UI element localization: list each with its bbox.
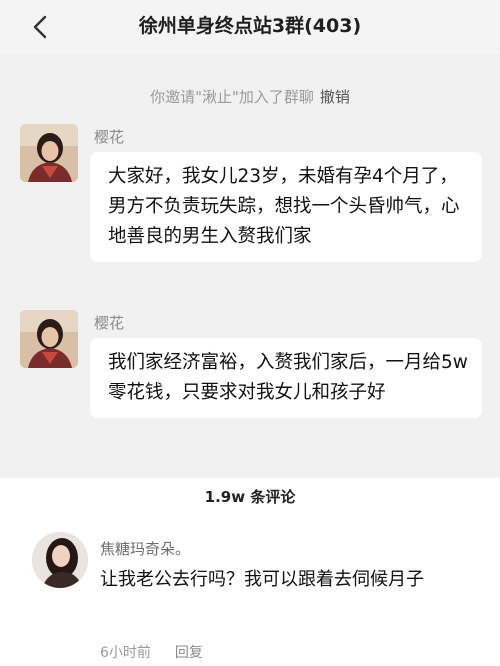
commenter-name: 焦糖玛奇朵。 — [100, 540, 191, 558]
system-notice: 你邀请"湫止"加入了群聊 撤销 — [0, 86, 500, 108]
avatar-image — [20, 124, 78, 182]
avatar-image — [32, 532, 88, 588]
comment-time: 6小时前 — [100, 645, 151, 661]
chat-title: 徐州单身终点站3群(403) — [138, 15, 362, 37]
sender-name: 樱花 — [94, 128, 125, 146]
comment-count: 1.9w 条评论 — [204, 488, 296, 506]
chat-screenshot: 徐州单身终点站3群(403) 你邀请"湫止"加入了群聊 撤销 樱花 大家好，我女儿… — [0, 0, 500, 478]
message-bubble: 我们家经济富裕，入赘我们家后，一月给5w零花钱，只要求对我女儿和孩子好 — [90, 338, 482, 418]
avatar[interactable] — [20, 310, 78, 368]
avatar[interactable] — [20, 124, 78, 182]
system-notice-text: 你邀请"湫止"加入了群聊 — [150, 88, 314, 106]
chat-header: 徐州单身终点站3群(403) — [0, 0, 500, 54]
avatar-image — [20, 310, 78, 368]
commenter-avatar[interactable] — [32, 532, 88, 588]
comment-meta: 6小时前 回复 — [100, 642, 203, 662]
message-bubble: 大家好，我女儿23岁，未婚有孕4个月了，男方不负责玩失踪，想找一个头昏帅气，心地… — [90, 152, 482, 262]
reply-button[interactable]: 回复 — [175, 645, 203, 661]
comment-text: 让我老公去行吗？我可以跟着去伺候月子 — [100, 569, 424, 590]
sender-name: 樱花 — [94, 314, 125, 332]
undo-button[interactable]: 撤销 — [320, 88, 350, 106]
